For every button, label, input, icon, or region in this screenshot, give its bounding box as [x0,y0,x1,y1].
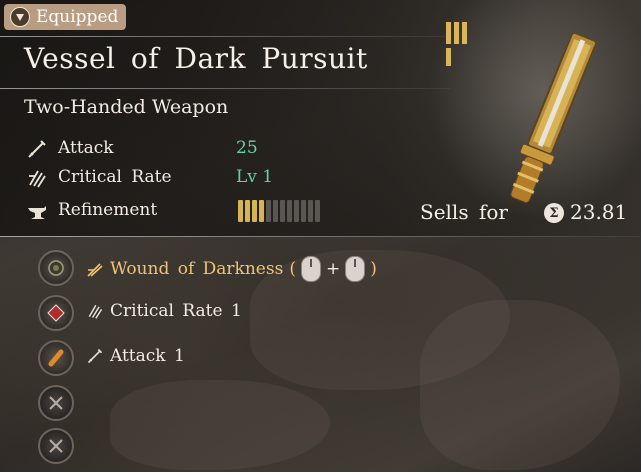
mouse-combo: ( + ) [289,256,377,282]
equipped-icon [10,7,30,27]
refinement-pip [287,200,292,222]
stat-attack-label: Attack [58,138,114,158]
stat-refinement-label: Refinement [58,200,158,220]
equipped-badge: Equipped [4,4,127,30]
refinement-bar [238,200,320,222]
skill-slot-gem[interactable] [38,295,74,331]
mouse-left-icon [300,256,321,282]
coin-icon: Σ [544,203,564,223]
refinement-pip [294,200,299,222]
mouse-right-icon [345,256,366,282]
stat-attack-value: 25 [236,138,258,158]
empty-slot-icon [49,439,63,453]
refinement-pip [301,200,306,222]
background-rock [110,380,330,470]
item-name: Vessel of Dark Pursuit [24,42,368,75]
background-rock [420,300,620,470]
refinement-pip [259,200,264,222]
divider [0,36,450,37]
stat-critical-label: Critical Rate [58,167,172,187]
skill-name: Attack 1 [110,346,185,366]
sell-label: Sells for [420,200,508,224]
sword-slash-icon [87,263,103,277]
empty-skill-slot[interactable] [38,385,74,421]
critical-claw-icon [29,170,46,188]
critical-claw-icon [88,304,103,319]
weapon-image [510,31,597,203]
dark-gem-icon [48,260,64,276]
skill-attack[interactable]: Attack 1 [86,346,185,366]
refinement-pip [245,200,250,222]
divider [0,88,450,89]
skill-slot-gem[interactable] [38,340,74,376]
equipped-label: Equipped [36,7,119,27]
combo-plus: + [325,259,341,279]
refinement-pip [273,200,278,222]
sell-price: 23.81 [570,200,628,224]
stat-critical-value: Lv 1 [236,167,274,187]
refinement-pip [266,200,271,222]
refinement-pip [252,200,257,222]
skill-name: Wound of Darkness [110,259,284,279]
skill-name: Critical Rate 1 [110,301,242,321]
orange-gem-icon [48,349,64,367]
item-type: Two-Handed Weapon [24,96,229,118]
red-gem-icon [47,304,65,322]
refinement-pip [315,200,320,222]
sword-icon [87,348,103,364]
skill-wound-of-darkness[interactable]: Wound of Darkness ( + ) [86,256,377,282]
skill-slot-gem[interactable] [38,250,74,286]
combo-close: ) [370,259,377,279]
refinement-pip [308,200,313,222]
skill-critical-rate[interactable]: Critical Rate 1 [86,301,242,321]
tier-mark-icon [446,22,467,66]
divider [0,236,641,237]
refinement-pip [280,200,285,222]
combo-open: ( [289,259,296,279]
sword-icon [28,140,46,158]
refinement-pip [238,200,243,222]
empty-slot-icon [49,396,63,410]
anvil-icon [28,206,46,219]
empty-skill-slot[interactable] [38,428,74,464]
